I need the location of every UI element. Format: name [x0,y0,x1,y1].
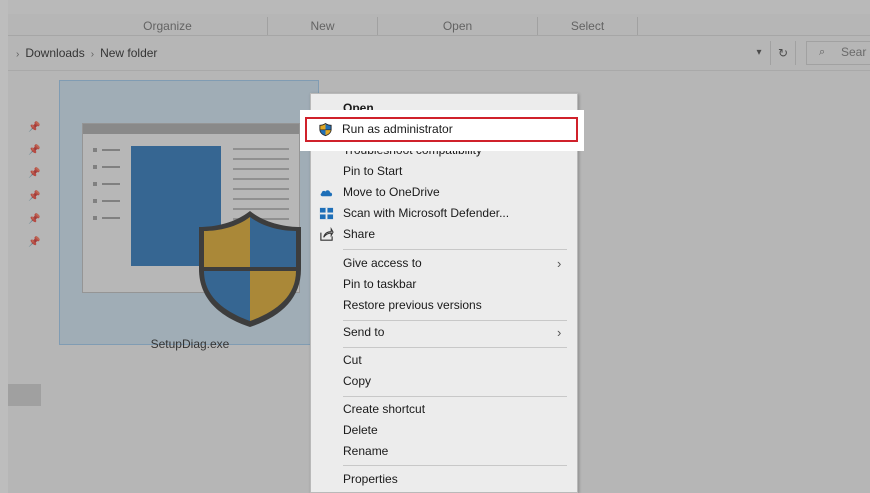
share-icon [320,227,334,241]
menu-separator [343,320,567,321]
menu-item-create-shortcut[interactable]: Create shortcut [311,399,577,420]
menu-item-properties[interactable]: Properties [311,469,577,490]
context-menu: Open Troubleshoot compatibility Pin to S… [310,93,578,493]
menu-separator [343,347,567,348]
menu-separator [343,249,567,250]
menu-separator [343,465,567,466]
menu-item-scan-defender[interactable]: Scan with Microsoft Defender... [311,203,577,224]
defender-icon [319,207,334,220]
onedrive-cloud-icon [320,190,333,197]
highlight-border [305,117,578,142]
menu-item-pin-to-taskbar[interactable]: Pin to taskbar [311,274,577,295]
chevron-right-icon: › [557,256,562,271]
menu-item-cut[interactable]: Cut [311,350,577,371]
menu-item-restore-versions[interactable]: Restore previous versions [311,295,577,316]
menu-item-give-access[interactable]: Give access to › [311,253,577,274]
menu-item-send-to[interactable]: Send to › [311,322,577,343]
menu-item-pin-to-start[interactable]: Pin to Start [311,161,577,182]
menu-separator [343,396,567,397]
menu-item-copy[interactable]: Copy [311,371,577,392]
menu-item-delete[interactable]: Delete [311,420,577,441]
menu-item-rename[interactable]: Rename [311,441,577,462]
chevron-right-icon: › [557,325,562,340]
menu-item-move-to-onedrive[interactable]: Move to OneDrive [311,182,577,203]
menu-item-share[interactable]: Share [311,224,577,245]
